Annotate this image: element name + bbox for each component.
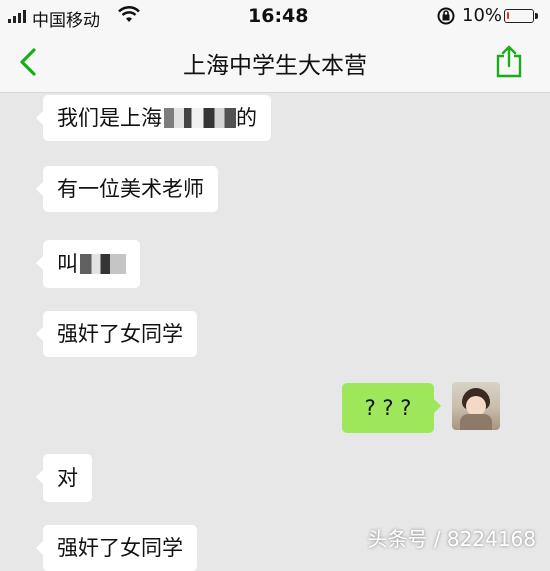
chat-title: 上海中学生大本营	[183, 53, 367, 79]
message-bubble[interactable]: 我们是上海 的	[36, 95, 271, 141]
message-text: ? ? ?	[364, 396, 412, 420]
redaction-mosaic	[80, 254, 126, 274]
message-text: 对	[57, 466, 78, 490]
message-text-suffix: 的	[236, 106, 257, 130]
clock: 16:48	[248, 5, 309, 27]
watermark: 头条号 / 8224168	[367, 527, 536, 551]
wifi-icon	[118, 6, 140, 29]
message-bubble[interactable]: 强奸了女同学	[36, 311, 197, 357]
carrier-label: 中国移动	[32, 11, 100, 31]
share-icon[interactable]	[494, 44, 524, 78]
user-avatar[interactable]	[452, 382, 500, 430]
battery-percent: 10%	[462, 5, 503, 26]
message-text: 有一位美术老师	[57, 177, 204, 201]
message-text: 我们是上海	[57, 106, 162, 130]
message-bubble[interactable]: 叫	[36, 240, 140, 288]
redaction-mosaic	[164, 108, 236, 128]
message-text: 强奸了女同学	[57, 322, 183, 346]
status-bar: 中国移动 16:48 10%	[0, 0, 550, 32]
message-bubble[interactable]: 对	[36, 454, 92, 502]
message-bubble[interactable]: 强奸了女同学	[36, 525, 197, 571]
message-bubble[interactable]: 有一位美术老师	[36, 166, 218, 212]
chat-area: 我们是上海 的 有一位美术老师 叫 强奸了女同学 ? ? ? 对 强奸了女同学	[0, 93, 550, 571]
battery-icon	[504, 9, 538, 23]
message-text: 强奸了女同学	[57, 536, 183, 560]
battery-level	[507, 12, 509, 19]
signal-icon	[8, 10, 26, 23]
nav-bar: 上海中学生大本营	[0, 32, 550, 93]
sent-message-bubble[interactable]: ? ? ?	[342, 383, 441, 433]
rotation-lock-icon	[436, 6, 456, 31]
message-text: 叫	[57, 252, 78, 276]
